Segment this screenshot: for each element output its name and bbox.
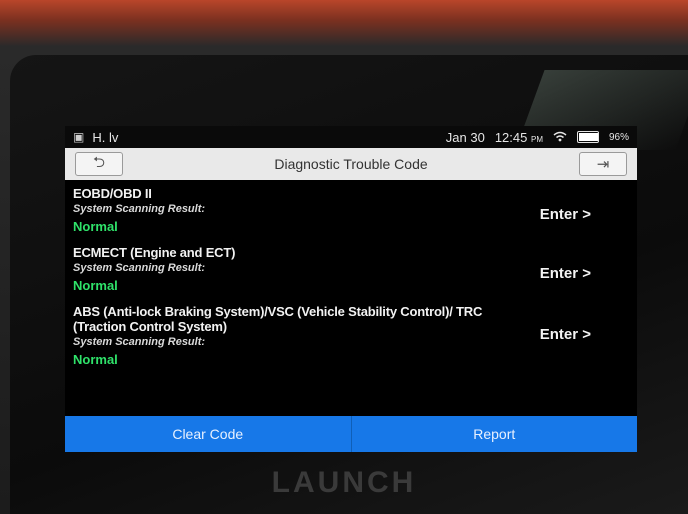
system-name: ECMECT (Engine and ECT)	[73, 245, 236, 260]
system-list: EOBD/OBD II System Scanning Result: Norm…	[65, 180, 637, 367]
status-badge: Normal	[73, 352, 118, 367]
device-screen: ▣ H. lv Jan 30 12:45 PM 96% ⮌ Diagnostic…	[65, 126, 637, 452]
system-name: EOBD/OBD II	[73, 186, 152, 201]
clear-code-button[interactable]: Clear Code	[65, 416, 351, 452]
system-row-eobd[interactable]: EOBD/OBD II System Scanning Result: Norm…	[73, 186, 629, 234]
status-bar: ▣ H. lv Jan 30 12:45 PM 96%	[65, 126, 637, 148]
title-bar: ⮌ Diagnostic Trouble Code ⇥	[65, 148, 637, 180]
notification-text: H. lv	[92, 129, 119, 145]
brand-logo: LAUNCH	[271, 466, 417, 499]
action-bar: Clear Code Report	[65, 416, 637, 452]
page-title: Diagnostic Trouble Code	[274, 156, 428, 172]
wifi-icon	[553, 130, 567, 145]
system-row-ecmect[interactable]: ECMECT (Engine and ECT) System Scanning …	[73, 245, 629, 293]
back-button[interactable]: ⮌	[75, 152, 123, 176]
enter-button[interactable]: Enter >	[540, 206, 591, 223]
enter-button[interactable]: Enter >	[540, 265, 591, 282]
ampm-label: PM	[530, 134, 543, 144]
back-icon: ⮌	[92, 153, 105, 171]
exit-button[interactable]: ⇥	[579, 152, 627, 176]
report-button[interactable]: Report	[350, 416, 637, 452]
system-row-abs[interactable]: ABS (Anti-lock Braking System)/VSC (Vehi…	[73, 304, 629, 367]
time-label: 12:45 PM	[494, 129, 543, 145]
system-name: ABS (Anti-lock Braking System)/VSC (Vehi…	[73, 304, 483, 334]
enter-button[interactable]: Enter >	[540, 326, 591, 343]
date-label: Jan 30	[445, 129, 485, 145]
battery-icon	[576, 131, 599, 143]
battery-percent: 96%	[608, 131, 629, 143]
photo-icon: ▣	[73, 130, 85, 144]
exit-icon: ⇥	[596, 156, 610, 173]
